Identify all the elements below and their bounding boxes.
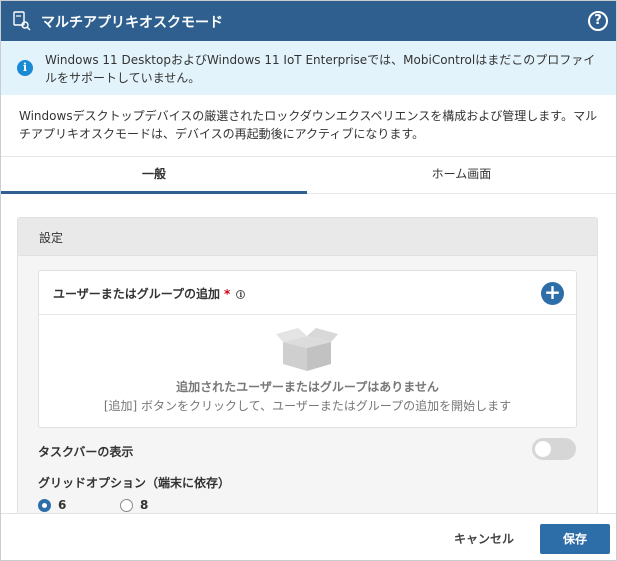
radio-6-columns[interactable] [38, 499, 51, 512]
save-button[interactable]: 保存 [540, 524, 610, 554]
add-user-button[interactable]: + [541, 282, 564, 305]
radio-6-columns-label: 6列 [58, 498, 67, 512]
info-banner: i Windows 11 DesktopおよびWindows 11 IoT En… [1, 41, 616, 95]
radio-8-columns-label: 8列 [140, 498, 149, 512]
info-banner-text: Windows 11 DesktopおよびWindows 11 IoT Ente… [45, 53, 596, 85]
users-groups-card-header: ユーザーまたはグループの追加 * i + [39, 271, 576, 315]
empty-box-icon [276, 328, 338, 371]
empty-state-subtitle: [追加] ボタンをクリックして、ユーザーまたはグループの追加を開始します [103, 399, 512, 413]
settings-panel: 設定 ユーザーまたはグループの追加 * i + 追加されたユーザーまたはグループはあ… [17, 217, 598, 513]
tab-home-screen[interactable]: ホーム画面 [307, 157, 616, 194]
users-groups-card: ユーザーまたはグループの追加 * i + 追加されたユーザーまたはグループはありませ… [38, 270, 577, 428]
tab-content: 設定 ユーザーまたはグループの追加 * i + 追加されたユーザーまたはグループはあ… [1, 195, 616, 513]
dialog-header: マルチアプリキオスクモード ? [1, 1, 616, 41]
taskbar-toggle[interactable] [532, 438, 576, 460]
dialog-title: マルチアプリキオスクモード [41, 15, 223, 31]
info-tooltip-icon[interactable]: i [236, 290, 246, 299]
settings-title: 設定 [39, 231, 64, 245]
help-icon[interactable]: ? [588, 11, 608, 31]
users-groups-title: ユーザーまたはグループの追加 * i [53, 285, 246, 302]
cancel-button[interactable]: キャンセル [441, 526, 527, 552]
profile-description: Windowsデスクトップデバイスの厳選されたロックダウンエクスペリエンスを構成… [19, 109, 598, 141]
settings-key-icon [13, 11, 31, 31]
empty-state-title: 追加されたユーザーまたはグループはありません [176, 380, 439, 394]
radio-8-columns[interactable] [120, 499, 133, 512]
multi-app-kiosk-dialog: マルチアプリキオスクモード ? i Windows 11 DesktopおよびW… [0, 0, 617, 561]
dialog-footer: キャンセル 保存 [1, 513, 616, 560]
settings-header: 設定 [18, 218, 597, 256]
taskbar-label: タスクバーの表示 [38, 445, 134, 459]
info-icon: i [17, 60, 33, 76]
tab-general[interactable]: 一般 [1, 157, 307, 194]
required-marker: * [224, 287, 231, 301]
users-groups-label: ユーザーまたはグループの追加 [53, 287, 221, 301]
tab-bar: 一般 ホーム画面 [1, 156, 616, 194]
toggle-knob [535, 441, 551, 457]
grid-options-label: グリッドオプション（端末に依存） [38, 476, 231, 490]
